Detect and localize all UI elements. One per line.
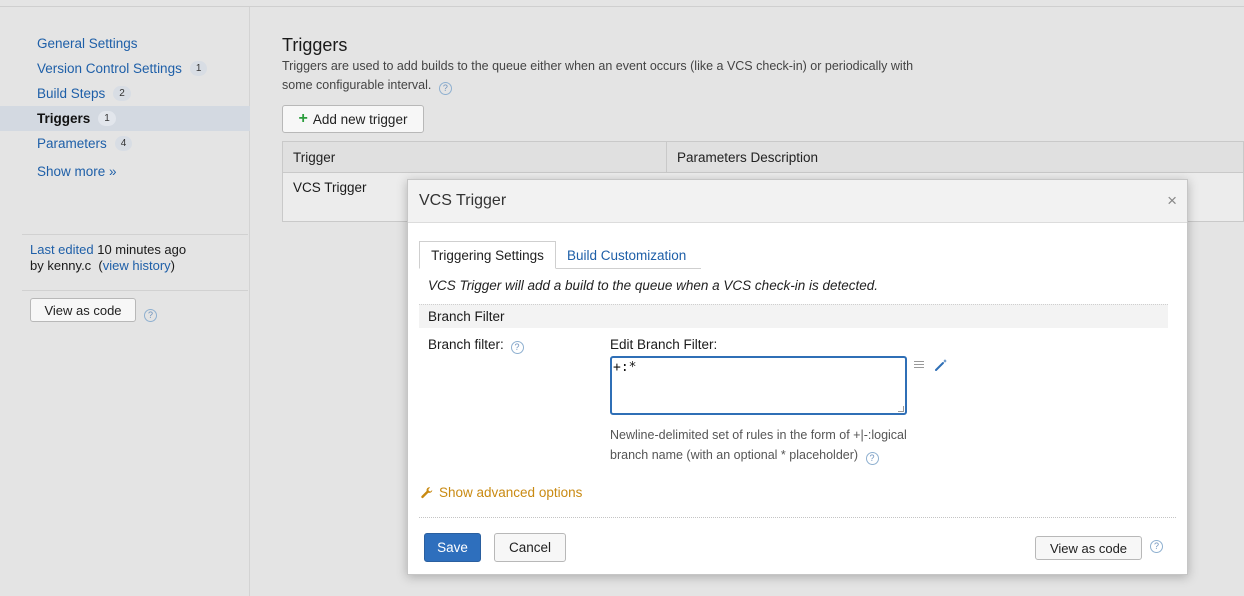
sidebar-item-parameters[interactable]: Parameters 4: [0, 131, 250, 156]
count-badge: 4: [114, 136, 133, 151]
divider: [22, 234, 248, 235]
dialog-intro: VCS Trigger will add a build to the queu…: [428, 278, 878, 293]
trigger-name-cell: VCS Trigger: [293, 180, 367, 195]
help-icon[interactable]: ?: [144, 309, 157, 322]
show-advanced-options-link[interactable]: Show advanced options: [420, 485, 582, 500]
count-badge: 1: [98, 111, 116, 126]
edited-by: by kenny.c: [30, 258, 92, 273]
sidebar-item-triggers[interactable]: Triggers 1: [0, 106, 250, 131]
sidebar: General Settings Version Control Setting…: [0, 7, 250, 596]
help-icon[interactable]: ?: [510, 341, 524, 354]
sidebar-nav: General Settings Version Control Setting…: [0, 31, 250, 156]
close-icon[interactable]: ×: [1167, 191, 1177, 211]
list-icon[interactable]: [914, 361, 924, 371]
branch-filter-label: Branch filter: ?: [428, 337, 524, 354]
count-badge: 1: [189, 61, 208, 76]
advanced-options-label: Show advanced options: [439, 485, 583, 500]
plus-icon: +: [298, 110, 308, 127]
branch-filter-value: +:*: [613, 360, 637, 375]
save-button[interactable]: Save: [424, 533, 481, 562]
branch-filter-textarea[interactable]: +:*: [610, 356, 907, 415]
view-as-code-button[interactable]: View as code: [30, 298, 136, 322]
branch-filter-note: Newline-delimited set of rules in the fo…: [610, 425, 930, 465]
description-text: Triggers are used to add builds to the q…: [282, 59, 914, 92]
dialog-divider: [419, 517, 1176, 518]
table-row[interactable]: VCS Trigger: [293, 180, 367, 195]
branch-filter-label-text: Branch filter:: [428, 337, 504, 352]
dialog-tabs: Triggering Settings Build Customization: [419, 241, 1174, 269]
dialog-title: VCS Trigger: [419, 192, 507, 209]
resize-handle-icon[interactable]: [898, 406, 904, 412]
tab-triggering-settings[interactable]: Triggering Settings: [419, 241, 556, 269]
help-icon[interactable]: ?: [438, 82, 452, 95]
sidebar-item-label: Parameters: [37, 136, 107, 151]
sidebar-item-build-steps[interactable]: Build Steps 2: [0, 81, 250, 106]
sidebar-item-label: Triggers: [37, 111, 91, 126]
tab-underline: [556, 268, 701, 269]
add-new-trigger-button[interactable]: + Add new trigger: [282, 105, 424, 133]
divider: [22, 290, 248, 291]
show-more-link[interactable]: Show more »: [37, 164, 117, 179]
vcs-trigger-dialog: VCS Trigger × Triggering Settings Build …: [407, 179, 1188, 575]
dialog-view-as-code-button[interactable]: View as code: [1035, 536, 1142, 560]
add-trigger-label: Add new trigger: [312, 111, 408, 127]
section-header-branch-filter: Branch Filter: [419, 304, 1168, 328]
wrench-icon: [421, 486, 433, 498]
tab-build-customization[interactable]: Build Customization: [567, 241, 686, 269]
last-edited-time: 10 minutes ago: [97, 242, 187, 257]
last-edited-link[interactable]: Last edited: [30, 242, 94, 257]
page-description: Triggers are used to add builds to the q…: [282, 57, 942, 95]
help-icon[interactable]: ?: [1150, 540, 1163, 553]
dialog-header: VCS Trigger ×: [408, 180, 1187, 223]
sidebar-item-general-settings[interactable]: General Settings: [0, 31, 250, 56]
cancel-button[interactable]: Cancel: [494, 533, 566, 562]
sidebar-item-version-control-settings[interactable]: Version Control Settings 1: [0, 56, 250, 81]
sidebar-item-label: General Settings: [37, 36, 138, 51]
magic-wand-icon[interactable]: [934, 358, 948, 372]
last-edited-info: Last edited 10 minutes ago by kenny.c (v…: [30, 242, 187, 273]
page-title: Triggers: [282, 35, 348, 55]
sidebar-item-label: Build Steps: [37, 86, 106, 101]
count-badge: 2: [113, 86, 131, 101]
view-history-link[interactable]: view history: [103, 258, 171, 273]
sidebar-item-label: Version Control Settings: [37, 61, 182, 76]
help-icon[interactable]: ?: [865, 452, 879, 465]
table-header-trigger: Trigger: [283, 142, 667, 173]
note-text: Newline-delimited set of rules in the fo…: [610, 428, 907, 462]
edit-branch-filter-label: Edit Branch Filter:: [610, 337, 718, 352]
table-header-parameters: Parameters Description: [667, 142, 1243, 173]
